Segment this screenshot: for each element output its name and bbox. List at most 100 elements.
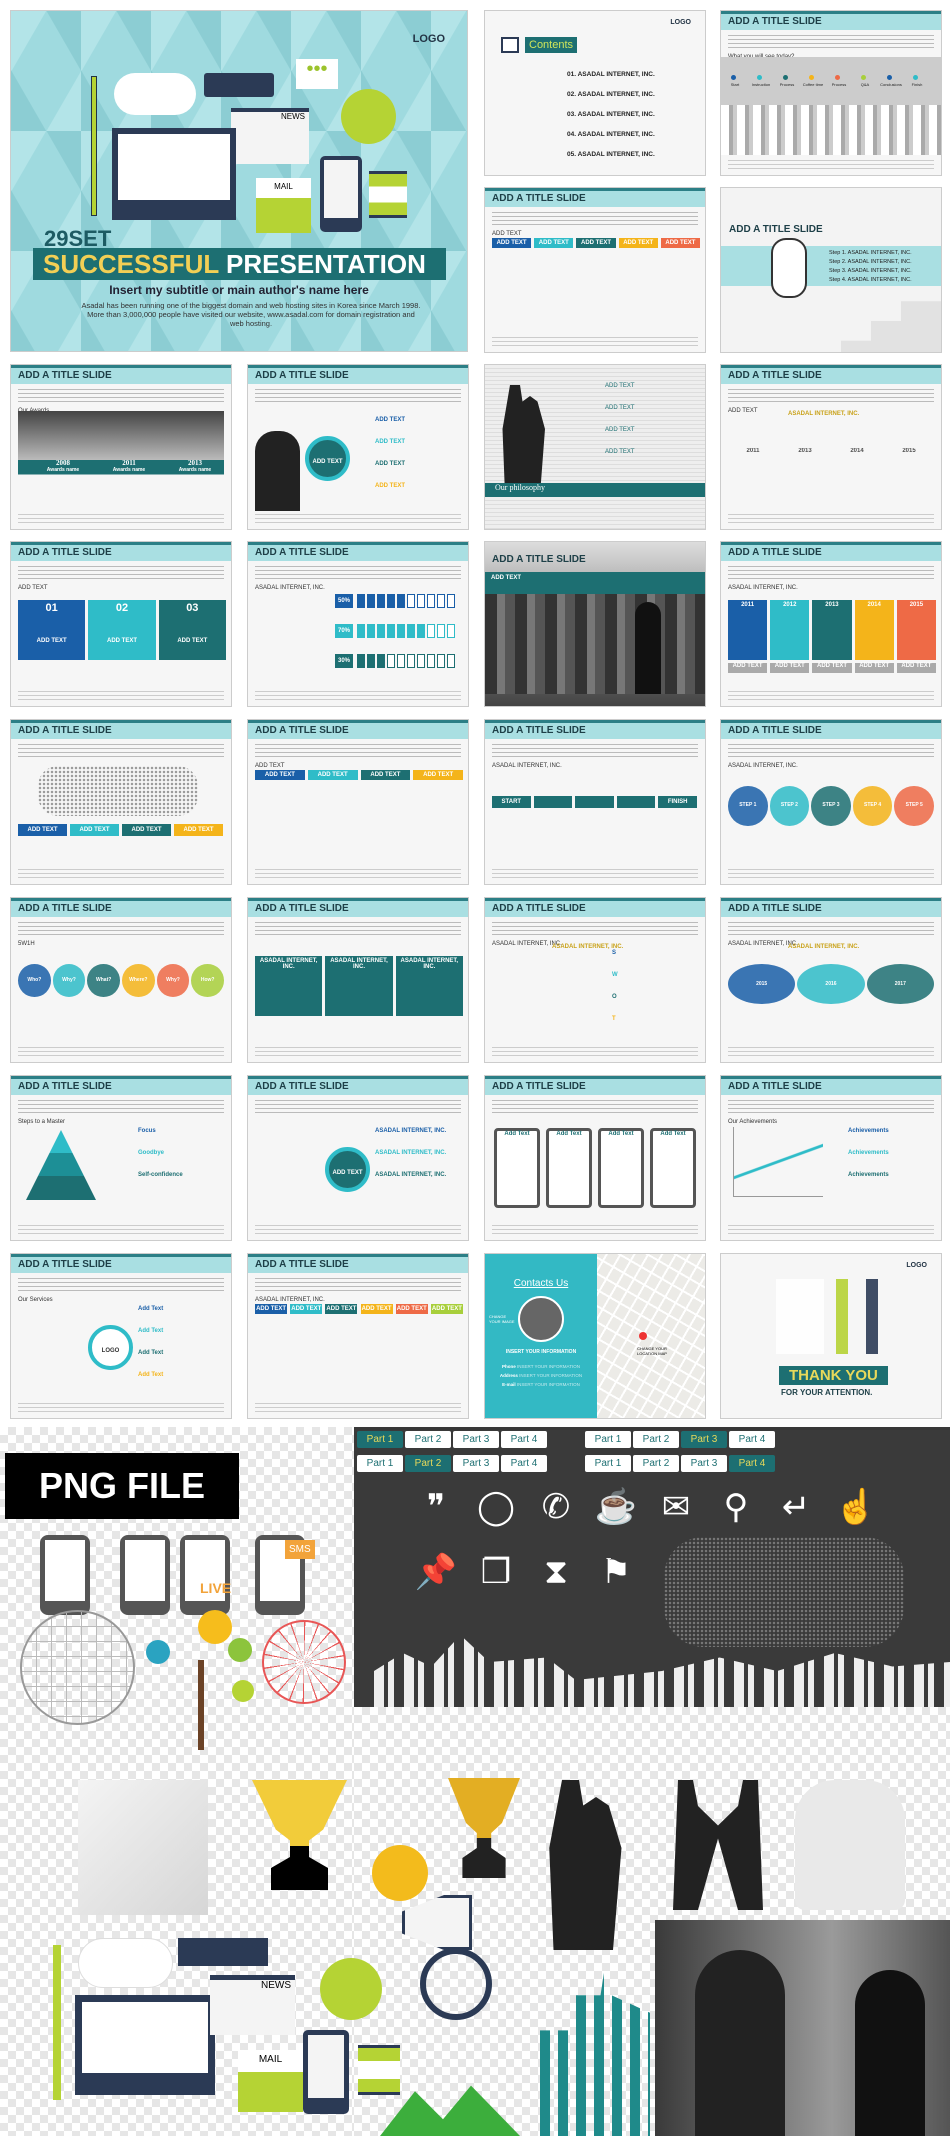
diagram-item: ADD TEXT	[375, 417, 405, 423]
level-cell	[407, 594, 415, 608]
slide-thumbnail[interactable]: ADD A TITLE SLIDE ADD TEXT 01 ADD TEXT 02 ADD…	[10, 541, 232, 707]
slide-thumbnail[interactable]: ADD A TITLE SLIDE Add Text Add Text Add Tex…	[484, 1075, 706, 1241]
footer-text-lines	[18, 869, 224, 879]
contents-title: Contents	[525, 37, 578, 53]
slide-thumbnail[interactable]: ADD A TITLE SLIDE Step 1. ASADAL INTERNET…	[720, 187, 942, 353]
diagram-item: ADD TEXT	[375, 483, 405, 489]
footer-text-lines	[728, 160, 934, 170]
intro-text-lines	[255, 389, 461, 403]
slide-thumbnail[interactable]: ADD TEXT ADD TEXT ADD TEXT ADD TEXT Our phil…	[484, 364, 706, 530]
news-icon: NEWS	[231, 108, 309, 164]
slide-thumbnail[interactable]: ADD A TITLE SLIDE Our Services LOGO Add Tex…	[10, 1253, 232, 1419]
part-tab[interactable]: Part 4	[501, 1431, 547, 1448]
part-tab[interactable]: Part 2	[633, 1455, 679, 1472]
location-map[interactable]: CHANGE YOUR LOCATION MAP	[597, 1254, 705, 1418]
slide-thumbnail[interactable]: ADD A TITLE SLIDE Steps to a Master Focus G…	[10, 1075, 232, 1241]
slide-title: ADD A TITLE SLIDE	[11, 542, 231, 561]
part-tab[interactable]: Part 2	[405, 1431, 451, 1448]
pencil-icon	[91, 76, 97, 216]
usb-icon	[204, 73, 274, 97]
contact-field-value: INSERT YOUR INFORMATION	[517, 1364, 580, 1369]
location-pin-icon: ⚲	[723, 1488, 749, 1526]
slide-body: ADD TEXT ADD TEXT ADD TEXT ADD TEXT ADD TEXT	[492, 234, 700, 332]
contact-field: Address INSERT YOUR INFORMATION	[485, 1373, 597, 1378]
slide-thumbnail[interactable]: ADD A TITLE SLIDE ADD TEXT ADD TEXT ADD TEX…	[247, 364, 469, 530]
part-tab[interactable]: Part 1	[585, 1455, 631, 1472]
world-map-graphic	[38, 766, 198, 816]
level-cell	[447, 594, 455, 608]
pushpin-icon: 📌	[414, 1553, 458, 1591]
businesswoman-photo	[255, 431, 300, 511]
slide-thumbnail[interactable]: ADD A TITLE SLIDE ASADAL INTERNET, INC. AD…	[247, 1253, 469, 1419]
part-tab[interactable]: Part 1	[357, 1455, 403, 1472]
slide-body: S W O T ASADAL INTERNET, INC.	[492, 944, 698, 1042]
timeline-label: Coffee time	[802, 82, 824, 87]
timeline-label: Start	[730, 82, 740, 87]
part-tab[interactable]: Part 4	[501, 1455, 547, 1472]
intro-text-lines	[728, 922, 934, 936]
level-cell	[387, 594, 395, 608]
slide-thumbnail[interactable]: ADD A TITLE SLIDE ADD TEXT ADD TEXT ADD TEX…	[484, 187, 706, 353]
slide-thumbnail[interactable]: ADD A TITLE SLIDEWhat you will see today…	[720, 10, 942, 176]
part-tab[interactable]: Part 4	[729, 1431, 775, 1448]
slide-thumbnail[interactable]: ADD A TITLE SLIDE ASADAL INTERNET, INC. ST…	[484, 719, 706, 885]
part-tab[interactable]: Part 3	[453, 1431, 499, 1448]
slide-body: ADD TEXT ADD TEXT ADD TEXT ADD TEXT ADD TEXT…	[255, 1300, 463, 1398]
slide-body: 2015 2016 2017 ASADAL INTERNET, INC.	[728, 944, 934, 1042]
phone-call-icon: ✆	[541, 1488, 571, 1526]
colored-box: 2015	[896, 600, 936, 660]
slide-thumbnail[interactable]: Contacts Us CHANGE YOUR IMAGE INSERT YOUR …	[484, 1253, 706, 1419]
slide-thumbnail[interactable]: ADD A TITLE SLIDE ADD TEXT	[484, 541, 706, 707]
diagram-item: What?	[87, 964, 120, 997]
step-item: Step 3. ASADAL INTERNET, INC.	[829, 268, 912, 274]
slide-thumbnail[interactable]: ADD A TITLE SLIDE ADD TEXT ASADAL INTERNET…	[247, 1075, 469, 1241]
flag-icon: ⚑	[600, 1553, 632, 1591]
slide-thumbnail[interactable]: ADD A TITLE SLIDE ASADAL INTERNET, INC. S W…	[484, 897, 706, 1063]
intro-text-lines	[18, 744, 224, 758]
slide-thumbnail[interactable]: ADD A TITLE SLIDE 5W1H Who? Why? What? Where?…	[10, 897, 232, 1063]
part-tab[interactable]: Part 2	[633, 1431, 679, 1448]
diagram-item: Achievements	[848, 1150, 889, 1156]
intro-text-lines	[255, 566, 461, 580]
contact-field: Phone INSERT YOUR INFORMATION	[485, 1364, 597, 1369]
contact-panel: Contacts Us CHANGE YOUR IMAGE INSERT YOUR …	[485, 1254, 597, 1418]
colored-box: ASADAL INTERNET, INC.	[255, 956, 323, 1016]
title-slide-thumbnail[interactable]: LOGO ••• NEWS MAIL 29SET SUCCESSFUL PRES…	[10, 10, 468, 352]
colored-box: ADD TEXT	[255, 1304, 288, 1314]
part-tab[interactable]: Part 3	[681, 1455, 727, 1472]
diagram-item: 2013	[798, 448, 812, 454]
part-tab[interactable]: Part 1	[357, 1431, 403, 1448]
percent-label: 30%	[335, 654, 353, 668]
diagram-item: Add Text	[138, 1306, 164, 1312]
contact-field-label: E-mail	[502, 1382, 516, 1387]
slide-body: Start Instruction Process Coffee time Proces…	[721, 57, 941, 155]
contact-photo[interactable]	[518, 1296, 564, 1342]
colored-box: ASADAL INTERNET, INC.	[395, 956, 463, 1016]
part-tab[interactable]: Part 4	[729, 1455, 775, 1472]
slide-thumbnail[interactable]: LOGO THANK YOU FOR YOUR ATTENTION.	[720, 1253, 942, 1419]
cube-box-graphic	[78, 1780, 208, 1915]
slide-thumbnail[interactable]: ADD A TITLE SLIDE ASADAL INTERNET, INC. ST…	[720, 719, 942, 885]
part-tab[interactable]: Part 3	[453, 1455, 499, 1472]
city-skyline-graphic	[721, 105, 941, 155]
intro-text-lines	[728, 389, 934, 403]
slide-title: ADD A TITLE SLIDE	[492, 554, 586, 565]
part-tab[interactable]: Part 2	[405, 1455, 451, 1472]
slide-thumbnail[interactable]: ADD A TITLE SLIDE ASADAL INTERNET, INC. 20…	[720, 897, 942, 1063]
box-label: ADD TEXT	[770, 663, 810, 673]
slide-thumbnail[interactable]: ADD A TITLE SLIDE Our Achievements Achieve…	[720, 1075, 942, 1241]
slide-thumbnail[interactable]: ADD A TITLE SLIDE ADD TEXT ADD TEXT ADD TEX…	[10, 719, 232, 885]
slide-thumbnail[interactable]: ADD A TITLE SLIDE ADD TEXT 2011 2013 2014 201…	[720, 364, 942, 530]
part-tab[interactable]: Part 1	[585, 1431, 631, 1448]
slide-thumbnail[interactable]: LOGO Contents 01. ASADAL INTERNET, INC. 02.…	[484, 10, 706, 176]
part-tab[interactable]: Part 3	[681, 1431, 727, 1448]
phone-icon	[303, 2030, 349, 2114]
slide-thumbnail[interactable]: ADD A TITLE SLIDE ASADAL INTERNET, INC. 50…	[247, 541, 469, 707]
diagram-item: Where?	[122, 964, 155, 997]
slide-thumbnail[interactable]: ADD A TITLE SLIDEOur Awards2008Awards na…	[10, 364, 232, 530]
slide-thumbnail[interactable]: ADD A TITLE SLIDE ASADAL INTERNET, INC. AS…	[247, 897, 469, 1063]
diagram-item: ADD TEXT	[122, 824, 171, 836]
diagram-item: 2014	[850, 448, 864, 454]
slide-thumbnail[interactable]: ADD A TITLE SLIDE ASADAL INTERNET, INC. 20…	[720, 541, 942, 707]
slide-thumbnail[interactable]: ADD A TITLE SLIDE ADD TEXT ADD TEXT ADD TEX…	[247, 719, 469, 885]
